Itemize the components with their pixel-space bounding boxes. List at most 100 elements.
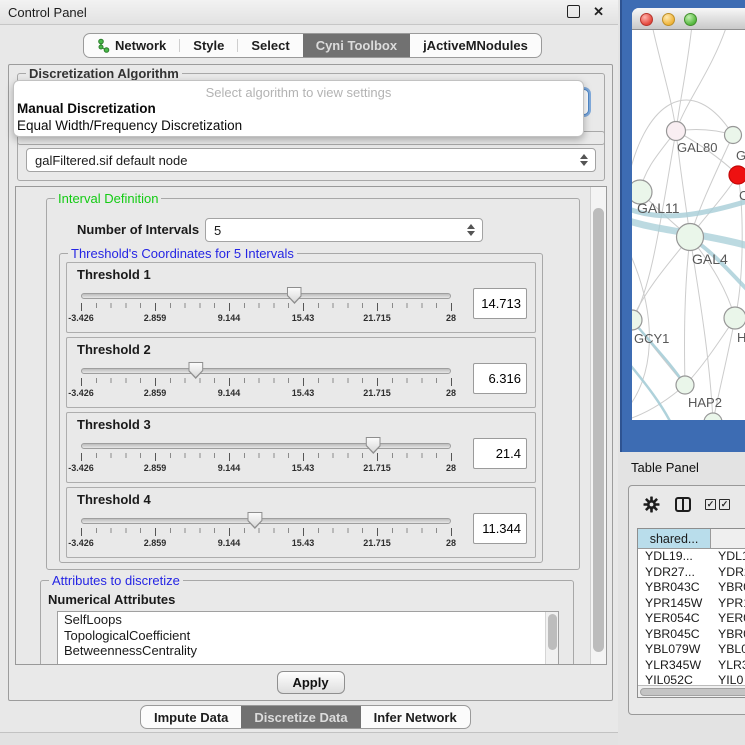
close-window-icon[interactable] [640, 13, 653, 26]
table-row[interactable]: YDL19...YDL1 [638, 549, 745, 565]
table-cell[interactable]: YER0 [711, 611, 745, 627]
settings-scrollbar[interactable] [590, 187, 606, 664]
table-cell[interactable]: YDL19... [638, 549, 711, 565]
tab-select[interactable]: Select [238, 34, 302, 57]
number-of-intervals-combobox[interactable]: 5 [205, 218, 483, 242]
slider-thumb[interactable] [247, 512, 262, 529]
network-node[interactable] [725, 127, 742, 144]
algorithm-option-equal-width[interactable]: Equal Width/Frequency Discretization [14, 117, 583, 134]
node-table: shared... n YDL19...YDL1 YDR27...YDR2 YB… [637, 528, 745, 698]
checkbox-icon[interactable]: ✓ [719, 499, 730, 510]
table-cell[interactable]: YER054C [638, 611, 711, 627]
column-header-shared-name[interactable]: shared... [638, 529, 711, 548]
table-row[interactable]: YER054CYER0 [638, 611, 745, 627]
network-node[interactable] [677, 224, 704, 251]
slider-track[interactable] [81, 293, 451, 299]
threshold-value-field[interactable] [473, 438, 527, 469]
slider-major-tick [155, 453, 156, 461]
minimize-window-icon[interactable] [662, 13, 675, 26]
tab-network[interactable]: Network [84, 34, 179, 57]
tick-label: 9.144 [218, 538, 241, 548]
list-scrollbar[interactable] [545, 612, 558, 665]
tab-cyni-toolbox[interactable]: Cyni Toolbox [303, 34, 410, 57]
slider-track[interactable] [81, 518, 451, 524]
slider-thumb[interactable] [366, 437, 381, 454]
slider-major-tick [81, 453, 82, 461]
node-label-gal4: GAL4 [692, 251, 728, 267]
threshold-label: Threshold 4 [77, 492, 151, 507]
table-data-combobox[interactable]: galFiltered.sif default node [26, 148, 596, 172]
float-window-icon[interactable] [567, 5, 580, 18]
table-row[interactable]: YDR27...YDR2 [638, 565, 745, 581]
threshold-value-field[interactable] [473, 288, 527, 319]
table-cell[interactable]: YPR1 [711, 596, 745, 612]
table-cell[interactable]: YBR043C [638, 580, 711, 596]
table-cell[interactable]: YBL079W [638, 642, 711, 658]
list-scrollbar-thumb[interactable] [548, 614, 557, 650]
table-horizontal-scrollbar-thumb[interactable] [640, 688, 745, 696]
tab-style[interactable]: Style [180, 34, 237, 57]
network-node[interactable] [632, 310, 642, 330]
table-cell[interactable]: YBR0 [711, 627, 745, 643]
threshold-slider[interactable]: -3.4262.8599.14415.4321.71528 [77, 360, 461, 405]
threshold-slider[interactable]: -3.4262.8599.14415.4321.71528 [77, 435, 461, 480]
show-columns-icon[interactable] [675, 497, 691, 512]
network-node-selected[interactable] [729, 166, 745, 184]
table-cell[interactable]: YDR27... [638, 565, 711, 581]
table-cell[interactable]: YBR045C [638, 627, 711, 643]
network-node[interactable] [676, 376, 694, 394]
slider-thumb[interactable] [188, 362, 203, 379]
table-cell[interactable]: YDR2 [711, 565, 745, 581]
table-row[interactable]: YBR045CYBR0 [638, 627, 745, 643]
slider-major-tick [81, 528, 82, 536]
table-cell[interactable]: YLR345W [638, 658, 711, 674]
zoom-window-icon[interactable] [684, 13, 697, 26]
threshold-slider[interactable]: -3.4262.8599.14415.4321.71528 [77, 510, 461, 555]
table-row[interactable]: YPR145WYPR1 [638, 596, 745, 612]
table-horizontal-scrollbar[interactable] [638, 685, 745, 697]
slider-track[interactable] [81, 443, 451, 449]
table-data-value: galFiltered.sif default node [35, 153, 187, 168]
list-item[interactable]: TopologicalCoefficient [58, 628, 558, 644]
list-item[interactable]: BetweennessCentrality [58, 643, 558, 659]
tick-label: 15.43 [292, 388, 315, 398]
checkbox-icon[interactable]: ✓ [705, 499, 716, 510]
table-row[interactable]: YBR043CYBR0 [638, 580, 745, 596]
table-cell[interactable]: YLR3 [711, 658, 745, 674]
tick-label: 28 [446, 538, 456, 548]
node-label-gal80: GAL80 [677, 140, 717, 155]
table-row[interactable]: YLR345WYLR3 [638, 658, 745, 674]
table-cell[interactable]: YDL1 [711, 549, 745, 565]
network-canvas[interactable]: GAL80 G C GAL11 GAL4 GCY1 H HAP2 [632, 30, 745, 420]
slider-track[interactable] [81, 368, 451, 374]
node-label-partial: C [739, 188, 745, 203]
tab-infer-network[interactable]: Infer Network [361, 706, 470, 728]
table-cell[interactable]: YBL0 [711, 642, 745, 658]
table-cell[interactable]: YPR145W [638, 596, 711, 612]
tab-jactivemnodules[interactable]: jActiveMNodules [410, 34, 541, 57]
settings-scrollbar-thumb[interactable] [593, 208, 604, 652]
network-node[interactable] [667, 122, 686, 141]
tab-impute-data[interactable]: Impute Data [141, 706, 241, 728]
table-settings-gear-icon[interactable] [643, 496, 660, 516]
threshold-value-field[interactable] [473, 513, 527, 544]
list-item[interactable]: SelfLoops [58, 612, 558, 628]
threshold-value-field[interactable] [473, 363, 527, 394]
network-window-titlebar[interactable] [632, 8, 745, 30]
table-row[interactable]: YBL079WYBL0 [638, 642, 745, 658]
apply-button[interactable]: Apply [277, 671, 345, 694]
slider-thumb[interactable] [287, 287, 302, 304]
table-cell[interactable]: YBR0 [711, 580, 745, 596]
network-node[interactable] [724, 307, 745, 329]
threshold-slider[interactable]: -3.4262.8599.14415.4321.71528 [77, 285, 461, 330]
node-label-hap2: HAP2 [688, 395, 722, 410]
column-header-name[interactable]: n [711, 529, 745, 548]
close-panel-icon[interactable]: ✕ [593, 4, 604, 20]
network-node[interactable] [704, 413, 722, 420]
tab-discretize-data[interactable]: Discretize Data [241, 706, 360, 728]
slider-major-tick [377, 528, 378, 536]
slider-minor-ticks [81, 453, 451, 458]
tick-label: 2.859 [144, 538, 167, 548]
algorithm-option-manual[interactable]: Manual Discretization [14, 100, 583, 117]
tick-label: 15.43 [292, 463, 315, 473]
